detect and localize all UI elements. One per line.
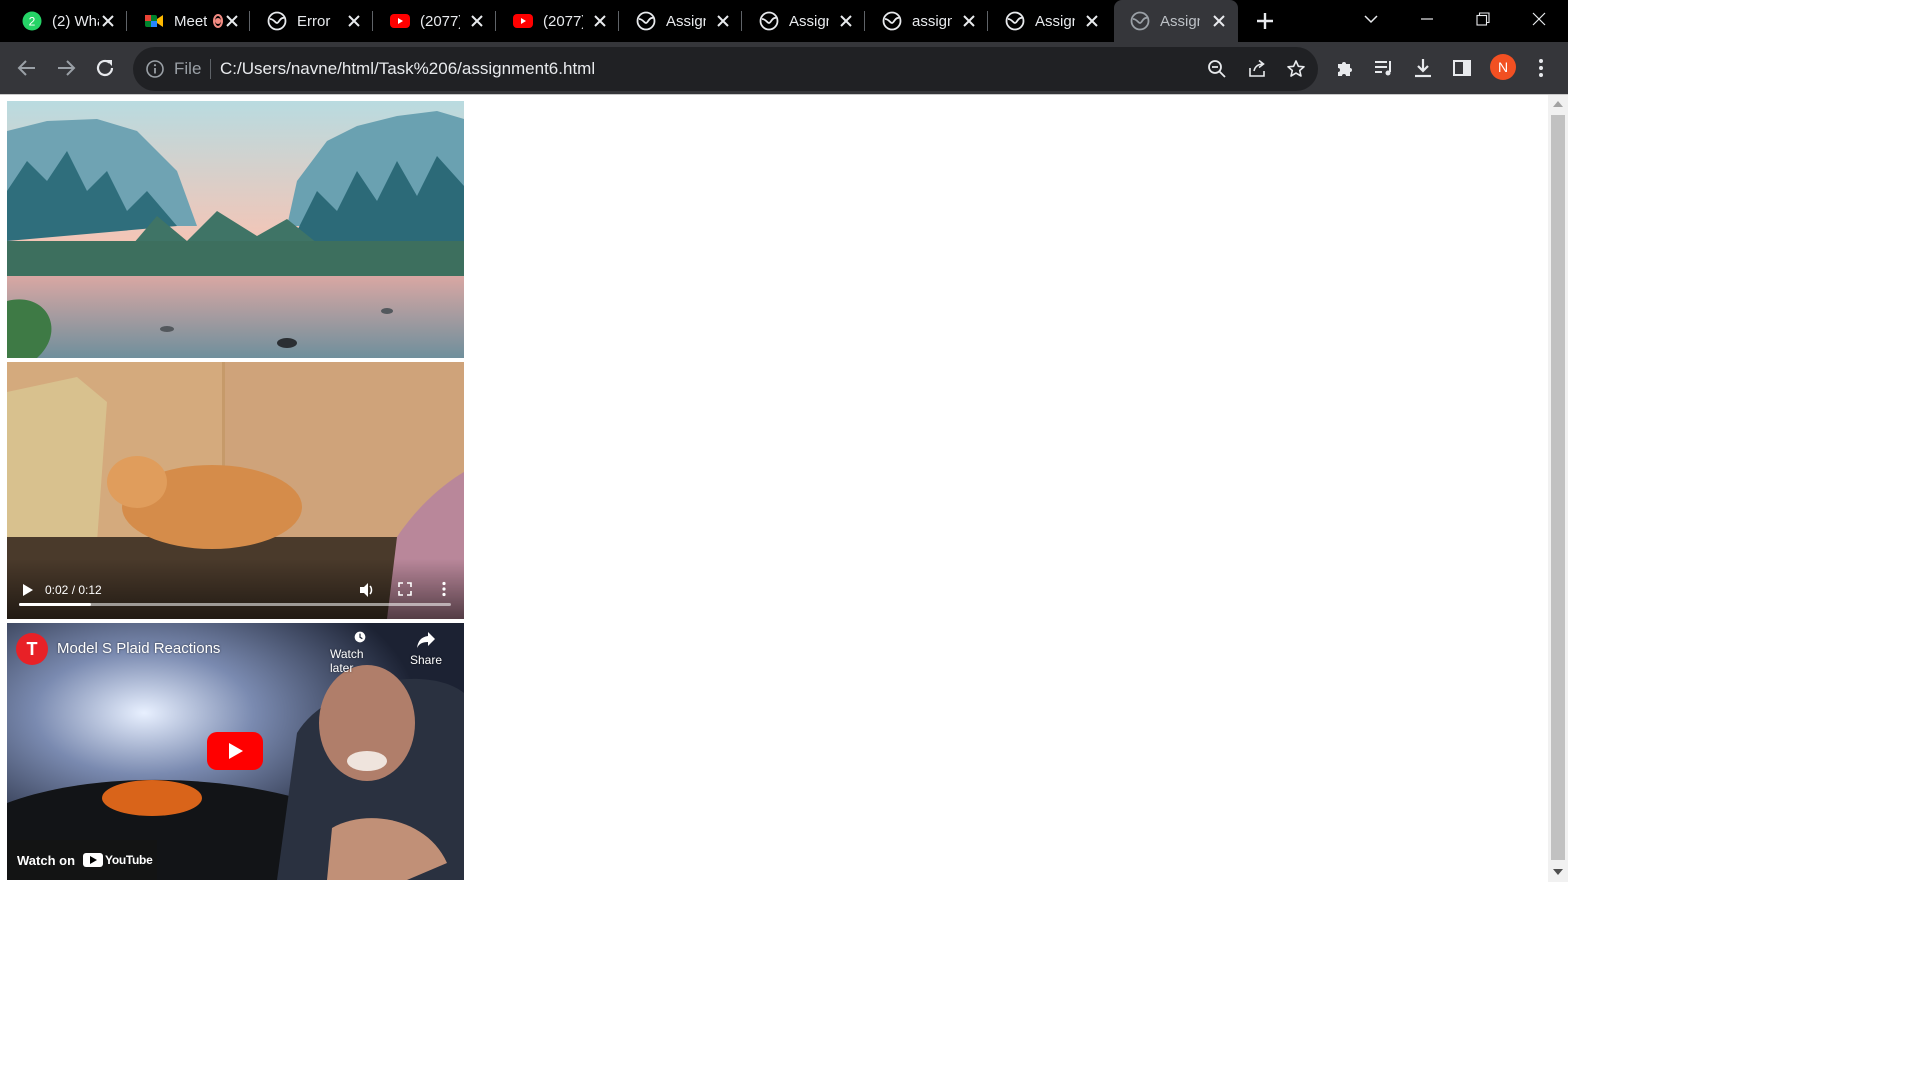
close-tab-icon[interactable] (591, 12, 609, 30)
youtube-icon (390, 11, 410, 31)
extensions-puzzle-icon[interactable] (1331, 54, 1359, 82)
tab-title: assignment (912, 12, 952, 30)
play-icon (229, 743, 243, 759)
close-tab-icon[interactable] (468, 12, 486, 30)
tab-assignment-2[interactable]: Assignment (743, 0, 865, 42)
watch-on-youtube-link[interactable]: Watch on YouTube (7, 840, 157, 880)
tab-whatsapp[interactable]: 2 (2) WhatsApp (6, 0, 127, 42)
watch-on-label: Watch on (17, 852, 76, 868)
close-tab-icon[interactable] (345, 12, 363, 30)
volume-icon[interactable] (359, 582, 375, 598)
fullscreen-icon[interactable] (398, 582, 412, 596)
scheme-label: File (174, 59, 202, 78)
tab-title: (2077) (420, 12, 460, 30)
youtube-play-button[interactable] (207, 732, 263, 770)
close-tab-icon[interactable] (223, 12, 241, 30)
media-control-icon[interactable] (1370, 54, 1398, 82)
close-window-icon[interactable] (1519, 0, 1559, 38)
vertical-scrollbar[interactable] (1548, 95, 1568, 882)
tab-title: Error (297, 12, 331, 30)
landscape-image (7, 101, 464, 358)
tab-title: Assignment (1160, 12, 1200, 30)
tab-title: Assignment (789, 12, 829, 30)
browser-toolbar: File C:/Users/navne/html/Task%206/assign… (0, 42, 1568, 94)
zoom-icon[interactable] (1203, 55, 1231, 83)
youtube-wordmark: YouTube (105, 853, 153, 867)
watch-later-label: Watch later (330, 647, 364, 675)
tab-title: (2) WhatsApp (52, 12, 99, 30)
youtube-icon (513, 11, 533, 31)
tab-search-chevron-icon[interactable] (1351, 0, 1391, 38)
share-button[interactable]: Share (396, 631, 456, 675)
close-tab-icon[interactable] (99, 12, 117, 30)
youtube-logo: YouTube (83, 853, 153, 867)
tab-strip: 2 (2) WhatsApp Meet Error (2077) (0, 0, 1568, 42)
tab-assignment-active[interactable]: Assignment (1114, 0, 1238, 42)
tab-assignment-4[interactable]: Assignment (989, 0, 1111, 42)
globe-icon (882, 11, 902, 31)
watch-later-button[interactable]: Watch later (330, 631, 390, 675)
share-label: Share (409, 653, 443, 667)
play-icon[interactable] (22, 583, 34, 597)
youtube-embed[interactable]: T Model S Plaid Reactions Watch later Sh… (7, 623, 464, 880)
back-arrow-icon[interactable] (13, 54, 41, 82)
tab-youtube-1[interactable]: (2077) (374, 0, 496, 42)
tab-title: Assignment (1035, 12, 1075, 30)
address-bar[interactable]: File C:/Users/navne/html/Task%206/assign… (133, 47, 1318, 91)
site-info-icon[interactable] (145, 59, 165, 79)
video-player[interactable]: 0:02 / 0:12 (7, 362, 464, 619)
close-tab-icon[interactable] (1210, 12, 1228, 30)
video-title[interactable]: Model S Plaid Reactions (57, 640, 220, 657)
youtube-play-icon (83, 853, 104, 867)
reload-icon[interactable] (91, 54, 119, 82)
more-options-icon[interactable] (441, 581, 447, 597)
new-tab-plus-icon[interactable] (1253, 9, 1277, 33)
globe-icon (1005, 11, 1025, 31)
side-panel-icon[interactable] (1448, 54, 1476, 82)
tab-meet[interactable]: Meet (128, 0, 250, 42)
video-time: 0:02 / 0:12 (45, 583, 102, 597)
share-icon[interactable] (1243, 55, 1271, 83)
tab-assignment-1[interactable]: Assignment (620, 0, 742, 42)
video-progress-bar[interactable] (19, 603, 451, 606)
share-arrow-icon (417, 632, 435, 648)
globe-icon (636, 11, 656, 31)
tab-assignment-3[interactable]: assignment (866, 0, 988, 42)
svg-text:2: 2 (29, 15, 36, 29)
recording-icon (213, 14, 224, 28)
channel-avatar[interactable]: T (16, 633, 48, 665)
bookmark-star-icon[interactable] (1282, 55, 1310, 83)
profile-avatar[interactable]: N (1490, 54, 1516, 80)
scrollbar-thumb[interactable] (1551, 115, 1565, 860)
kebab-menu-icon[interactable] (1527, 54, 1555, 82)
scroll-up-arrow-icon[interactable] (1552, 99, 1564, 109)
tab-youtube-2[interactable]: (2077) (497, 0, 619, 42)
tab-title: (2077) (543, 12, 583, 30)
video-controls: 0:02 / 0:12 (7, 559, 464, 619)
restore-window-icon[interactable] (1463, 0, 1503, 38)
whatsapp-icon: 2 (22, 11, 42, 31)
minimize-icon[interactable] (1407, 0, 1447, 38)
close-tab-icon[interactable] (714, 12, 732, 30)
google-meet-icon (144, 11, 164, 31)
url-text[interactable]: C:/Users/navne/html/Task%206/assignment6… (220, 59, 595, 79)
globe-icon (267, 11, 287, 31)
clock-icon (354, 631, 366, 643)
tab-title: Meet (174, 12, 208, 30)
scroll-down-arrow-icon[interactable] (1552, 867, 1564, 877)
page-content: 0:02 / 0:12 T Model S Plaid Reactions Wa… (0, 95, 1548, 882)
tab-error[interactable]: Error (251, 0, 373, 42)
close-tab-icon[interactable] (960, 12, 978, 30)
globe-icon (1130, 11, 1150, 31)
video-progress-fill (19, 603, 92, 606)
close-tab-icon[interactable] (1083, 12, 1101, 30)
tab-title: Assignment (666, 12, 706, 30)
close-tab-icon[interactable] (837, 12, 855, 30)
download-icon[interactable] (1409, 54, 1437, 82)
globe-icon (759, 11, 779, 31)
forward-arrow-icon[interactable] (52, 54, 80, 82)
